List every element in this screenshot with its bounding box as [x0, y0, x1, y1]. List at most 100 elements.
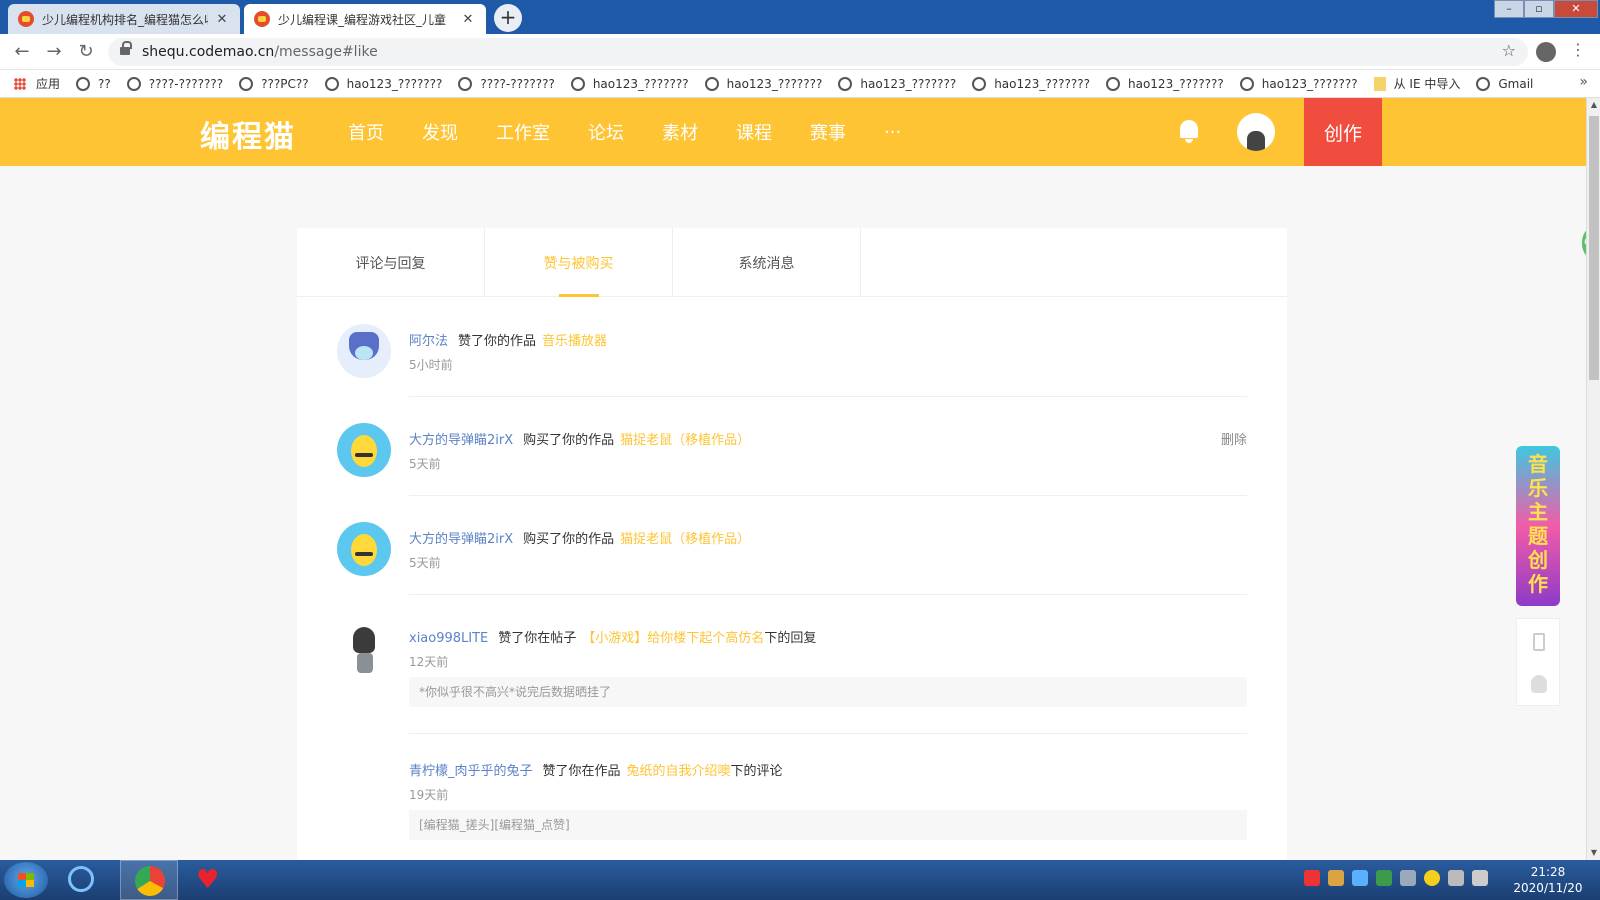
phone-icon[interactable]: [1533, 633, 1545, 651]
message-target-link[interactable]: 猫捉老鼠（移植作品）: [620, 532, 750, 547]
heart-app-icon[interactable]: ♥: [196, 867, 219, 893]
taskbar-clock[interactable]: 21:28 2020/11/20: [1510, 864, 1586, 896]
bookmark-label: ??: [98, 76, 111, 91]
message-tab[interactable]: 评论与回复: [297, 228, 485, 297]
window-close-button[interactable]: ✕: [1554, 0, 1598, 18]
bookmark-item[interactable]: hao123_???????: [570, 76, 689, 91]
message-target-link[interactable]: 音乐播放器: [542, 334, 607, 349]
forward-icon[interactable]: →: [42, 40, 66, 64]
delete-message-button[interactable]: 删除: [1221, 429, 1247, 448]
nav-item[interactable]: 论坛: [588, 119, 624, 145]
nav-item[interactable]: 赛事: [810, 119, 846, 145]
message-time: 19天前: [409, 788, 449, 802]
new-tab-button[interactable]: +: [494, 4, 522, 32]
security-icon[interactable]: [1376, 870, 1392, 886]
message-action: 赞了你的作品: [458, 334, 537, 349]
url-text[interactable]: shequ.codemao.cn/message#like: [142, 44, 378, 60]
nav-item[interactable]: 素材: [662, 119, 698, 145]
menu-icon[interactable]: ⋮: [1570, 40, 1586, 59]
page-scrollbar[interactable]: ▲ ▼: [1586, 98, 1600, 860]
message-tab[interactable]: 赞与被购买: [485, 228, 673, 297]
notification-bell-icon[interactable]: [1178, 120, 1200, 144]
nav-item[interactable]: 工作室: [496, 119, 550, 145]
chrome-taskbar-icon[interactable]: [120, 860, 178, 900]
nav-item[interactable]: 首页: [348, 119, 384, 145]
start-button[interactable]: [4, 862, 48, 898]
message-time: 12天前: [409, 655, 449, 669]
globe-icon: [570, 76, 585, 91]
message-user-link[interactable]: 阿尔法: [409, 334, 448, 349]
browser-tab-1[interactable]: 少儿编程机构排名_编程猫怎么收 ✕: [8, 4, 240, 34]
bookmark-item[interactable]: 从 IE 中导入: [1373, 75, 1460, 92]
message-target-link[interactable]: 兔纸的自我介绍噢: [627, 764, 731, 779]
browser-tab-2[interactable]: 少儿编程课_编程游戏社区_儿童 ✕: [244, 4, 486, 34]
bookmark-item[interactable]: ????-???????: [458, 76, 555, 91]
globe-icon: [76, 76, 91, 91]
message-time: 5小时前: [409, 358, 453, 372]
reload-icon[interactable]: ↻: [74, 40, 98, 64]
message-user-link[interactable]: 大方的导弹瞄2irX: [409, 433, 513, 448]
close-tab-icon[interactable]: ✕: [214, 12, 230, 27]
tray-app-icon[interactable]: [1352, 870, 1368, 886]
network-icon[interactable]: [1400, 870, 1416, 886]
message-user-link[interactable]: 青柠檬_肉乎乎的兔子: [409, 764, 533, 779]
bookmark-item[interactable]: 应用: [14, 75, 60, 92]
back-icon[interactable]: ←: [10, 40, 34, 64]
fox-avatar[interactable]: [337, 324, 391, 378]
message-target-link[interactable]: 【小游戏】给你楼下起个高仿名: [582, 631, 764, 646]
globe-icon: [1239, 76, 1254, 91]
nav-item[interactable]: 课程: [736, 119, 772, 145]
side-toolbar: [1516, 618, 1560, 706]
message-target-link[interactable]: 猫捉老鼠（移植作品）: [620, 433, 750, 448]
bookmark-item[interactable]: hao123_???????: [1106, 76, 1224, 91]
scroll-up-icon[interactable]: ▲: [1587, 98, 1600, 112]
globe-icon: [1106, 76, 1120, 91]
codemao-favicon-icon: [254, 11, 270, 27]
nav-item[interactable]: ···: [884, 122, 901, 143]
create-button[interactable]: 创作: [1304, 98, 1382, 166]
bookmark-item[interactable]: hao123_???????: [838, 76, 956, 91]
divider: [409, 495, 1247, 496]
message-action: 赞了你在作品: [542, 764, 621, 779]
bookmark-item[interactable]: ???PC??: [239, 76, 309, 91]
music-theme-banner[interactable]: 音乐主题创作: [1516, 446, 1560, 606]
search-icon[interactable]: [68, 866, 94, 892]
site-logo[interactable]: 编程猫: [200, 112, 296, 156]
scroll-thumb[interactable]: [1589, 116, 1599, 380]
bookmark-item[interactable]: ????-???????: [126, 76, 224, 91]
message-user-link[interactable]: xiao998LITE: [409, 631, 488, 646]
tray-app-icon[interactable]: [1328, 870, 1344, 886]
bee-avatar[interactable]: [337, 423, 391, 477]
bee-avatar[interactable]: [337, 522, 391, 576]
message-tab[interactable]: 系统消息: [673, 228, 861, 297]
bookmark-star-icon[interactable]: ☆: [1502, 41, 1516, 60]
nav-item[interactable]: 发现: [422, 119, 458, 145]
bookmark-item[interactable]: ??: [76, 76, 111, 91]
bookmark-item[interactable]: hao123_???????: [324, 76, 442, 91]
speaker-muted-icon[interactable]: [1448, 870, 1464, 886]
girl-avatar[interactable]: [337, 621, 391, 675]
message-action: 赞了你在帖子: [498, 631, 577, 646]
user-avatar[interactable]: [1237, 113, 1275, 151]
bookmark-item[interactable]: hao123_???????: [972, 76, 1090, 91]
scroll-down-icon[interactable]: ▼: [1587, 846, 1600, 860]
maximize-button[interactable]: ▫: [1524, 0, 1554, 18]
minimize-button[interactable]: –: [1494, 0, 1524, 18]
bookmark-item[interactable]: Gmail: [1476, 76, 1533, 91]
tray-app-icon[interactable]: [1424, 870, 1440, 886]
bookmarks-more-icon[interactable]: »: [1579, 74, 1588, 90]
message-user-link[interactable]: 大方的导弹瞄2irX: [409, 532, 513, 547]
volume-icon[interactable]: [1472, 870, 1488, 886]
sogou-icon[interactable]: [1304, 870, 1320, 886]
account-icon[interactable]: [1536, 42, 1556, 62]
bookmark-item[interactable]: hao123_???????: [704, 76, 822, 91]
globe-icon: [239, 76, 254, 91]
bookmark-label: ????-???????: [148, 76, 224, 91]
message-text: 阿尔法 赞了你的作品 音乐播放器: [409, 330, 607, 349]
bookmark-item[interactable]: hao123_???????: [1239, 76, 1358, 91]
bookmark-label: hao123_???????: [1261, 76, 1358, 91]
address-bar[interactable]: shequ.codemao.cn/message#like ☆: [108, 38, 1528, 66]
close-tab-icon[interactable]: ✕: [460, 12, 476, 27]
qq-icon[interactable]: [1531, 675, 1547, 693]
globe-icon: [324, 76, 339, 91]
